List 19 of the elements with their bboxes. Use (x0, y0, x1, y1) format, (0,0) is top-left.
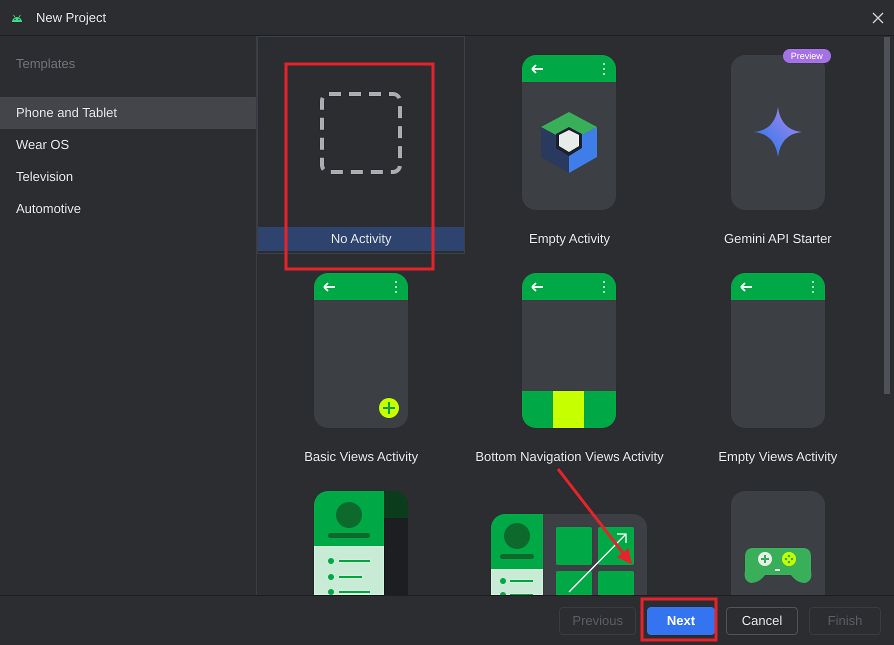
window-title: New Project (36, 10, 108, 25)
sidebar-item[interactable]: Automotive (0, 193, 256, 225)
preview-badge: Preview (782, 49, 831, 63)
dashed-square-icon (320, 92, 402, 174)
sidebar-item[interactable]: Wear OS (0, 129, 256, 161)
dialog-button[interactable]: Next (647, 606, 715, 634)
close-icon[interactable] (872, 12, 884, 24)
template-tile[interactable]: Basic Views Activity (257, 254, 466, 472)
template-tile[interactable]: Empty Activity (465, 36, 674, 254)
template-tile[interactable]: Bottom Navigation Views Activity (465, 254, 674, 472)
android-icon (11, 14, 23, 22)
template-tile[interactable]: Empty Views Activity (674, 254, 882, 472)
scrollbar-thumb[interactable] (884, 37, 890, 394)
template-tile[interactable]: No Activity (257, 36, 466, 254)
template-tile[interactable]: Preview Gemini API Starter (674, 36, 882, 254)
sidebar-heading: Templates (15, 55, 76, 73)
sidebar-item[interactable]: Television (0, 161, 256, 193)
dialog-button[interactable]: Cancel (726, 606, 798, 634)
sidebar-item[interactable]: Phone and Tablet (0, 97, 256, 129)
